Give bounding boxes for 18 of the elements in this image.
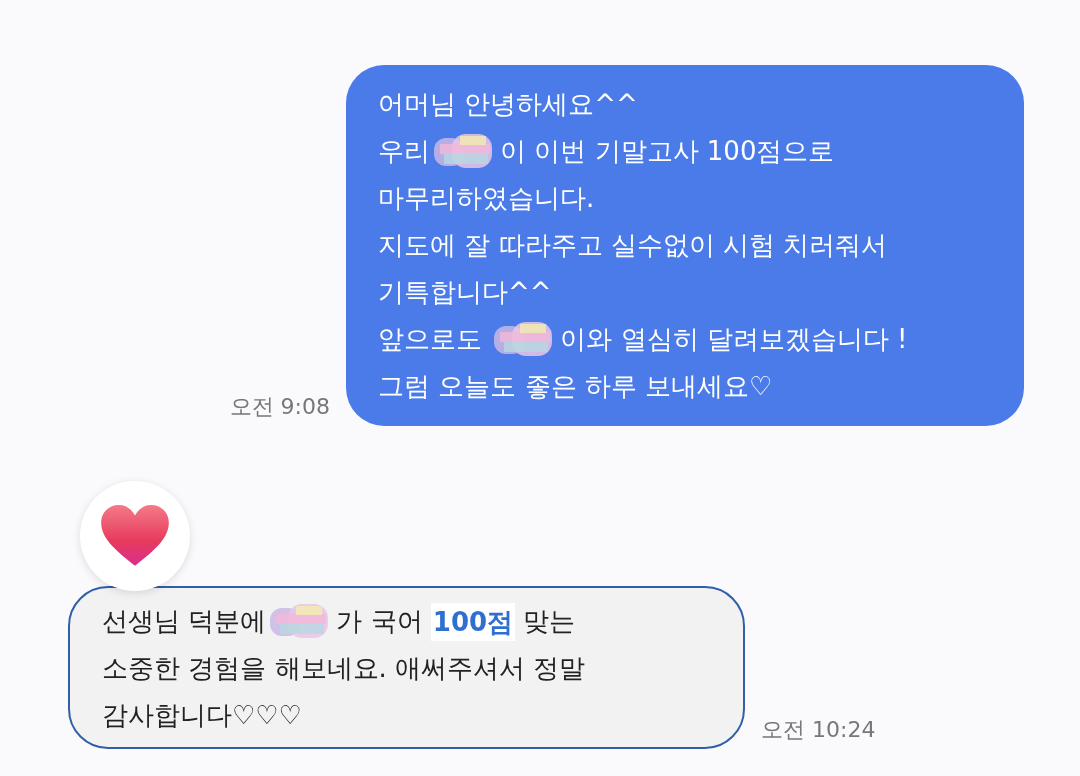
message-text: 감사합니다♡♡♡ bbox=[102, 699, 302, 732]
message-time: 오전 9:08 bbox=[229, 393, 330, 421]
message-text: 선생님 덕분에 bbox=[102, 605, 267, 638]
message-text: 앞으로도 bbox=[378, 323, 483, 356]
message-text: 이와 열심히 달려보겠습니다 ! bbox=[560, 323, 908, 356]
message-text: 마무리하였습니다. bbox=[378, 182, 595, 215]
heart-icon bbox=[100, 504, 170, 568]
message-text: 이 이번 기말고사 100점으로 bbox=[500, 135, 835, 168]
message-text: 소중한 경험을 해보네요. 애써주셔서 정말 bbox=[102, 652, 586, 685]
message-text: 지도에 잘 따라주고 실수없이 시험 치러줘서 bbox=[378, 229, 888, 262]
highlighted-text: 100점 bbox=[430, 602, 516, 641]
message-text: 가 국어 bbox=[336, 605, 424, 638]
message-time: 오전 10:24 bbox=[761, 716, 876, 744]
message-text: 그럼 오늘도 좋은 하루 보내세요♡ bbox=[378, 370, 773, 403]
message-text: 우리 bbox=[378, 135, 430, 168]
message-text: 맞는 bbox=[522, 605, 576, 638]
message-text: 기특합니다^^ bbox=[378, 276, 552, 309]
message-text: 어머님 안녕하세요^^ bbox=[378, 88, 638, 121]
